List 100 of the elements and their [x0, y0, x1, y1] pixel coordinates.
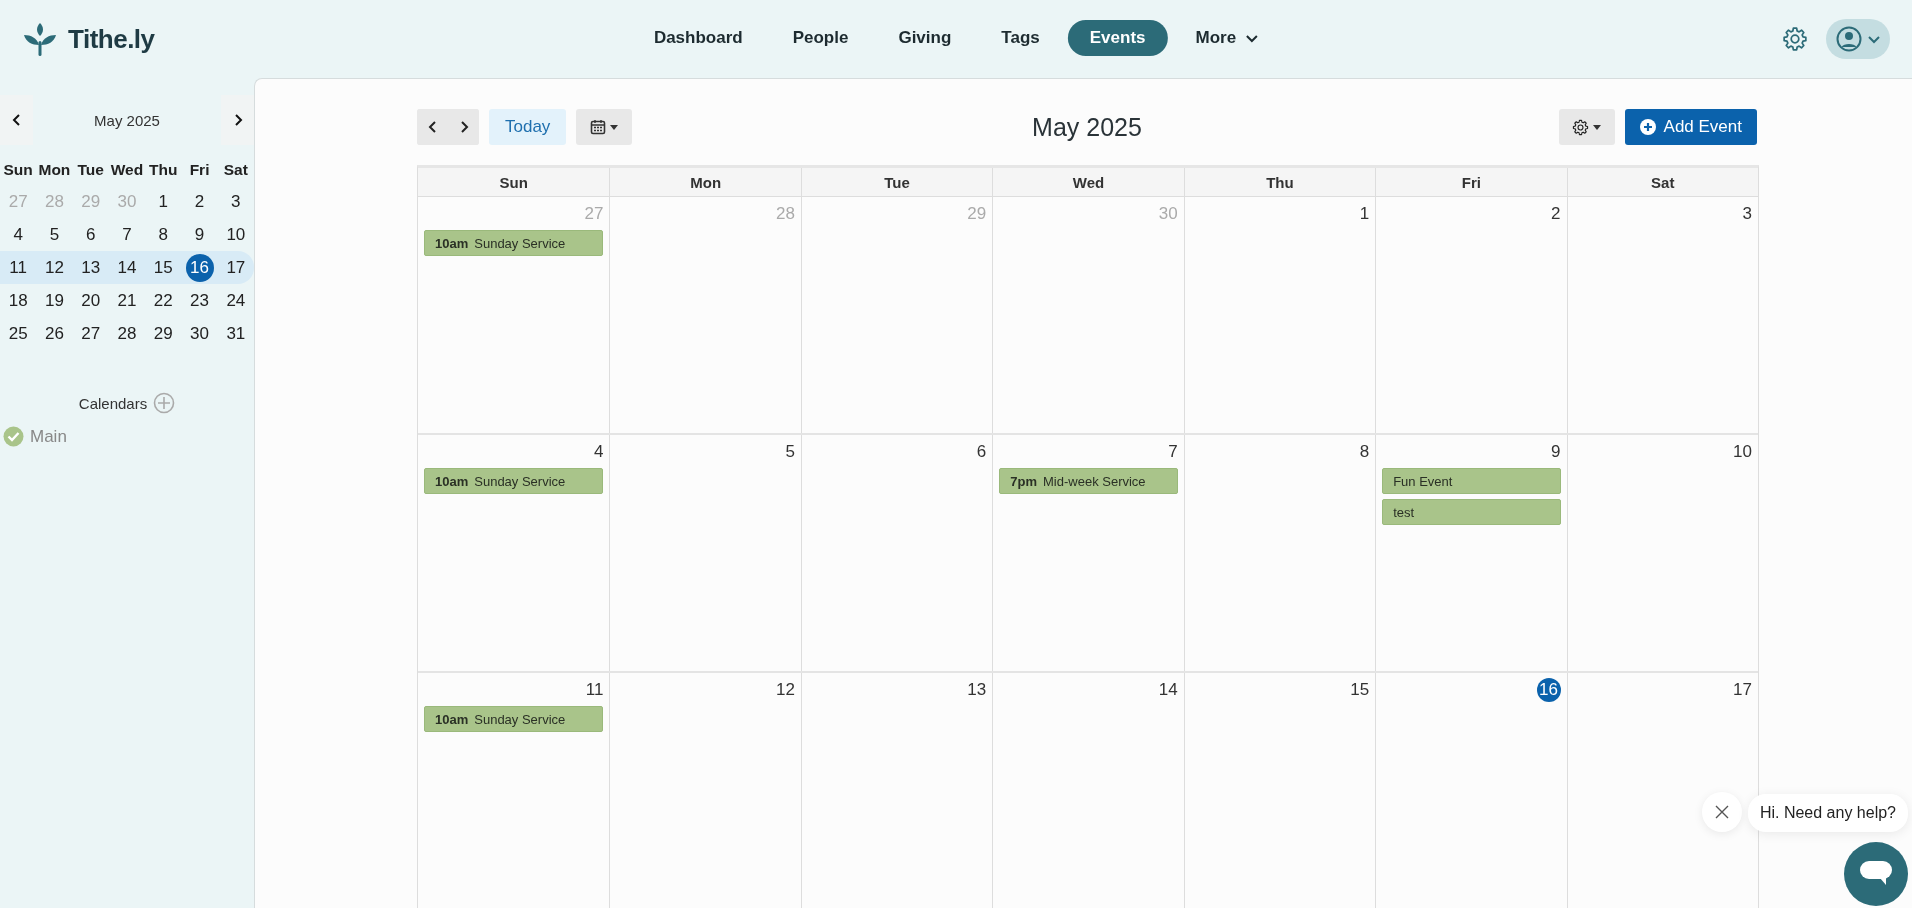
event-chip[interactable]: Fun Event — [1382, 468, 1561, 494]
event-chip[interactable]: 7pm Mid-week Service — [999, 468, 1178, 494]
chat-bubble-icon — [1860, 861, 1892, 887]
mini-calendar-day[interactable]: 24 — [221, 286, 250, 315]
day-number: 13 — [966, 679, 987, 701]
event-chip[interactable]: 10am Sunday Service — [424, 230, 604, 256]
mini-calendar-day[interactable]: 5 — [40, 220, 69, 249]
settings-button[interactable] — [1782, 26, 1808, 52]
mini-calendar-day[interactable]: 9 — [185, 220, 214, 249]
settings-menu-button[interactable] — [1558, 109, 1615, 145]
weekday-label: Mon — [37, 161, 72, 179]
mini-calendar-day[interactable]: 1 — [149, 187, 178, 216]
mini-calendar-day[interactable]: 11 — [4, 253, 33, 282]
calendar-title: May 2025 — [1032, 112, 1142, 142]
view-menu-button[interactable] — [576, 109, 633, 145]
mini-calendar-day[interactable]: 25 — [4, 319, 33, 348]
chat-message: Hi. Need any help? — [1747, 794, 1908, 832]
day-number: 6 — [975, 441, 987, 463]
weekday-label: Thu — [148, 161, 179, 179]
day-number: 4 — [592, 441, 604, 463]
event-chip[interactable]: test — [1382, 499, 1561, 525]
day-number: 15 — [1349, 679, 1370, 701]
caret-icon — [610, 124, 619, 130]
mini-calendar-day[interactable]: 26 — [40, 319, 69, 348]
plus-circle-icon — [1639, 119, 1656, 135]
weekday-label: Sun — [2, 161, 34, 179]
calendar-icon — [590, 119, 607, 135]
mini-calendar-day[interactable]: 19 — [40, 286, 69, 315]
day-number: 30 — [1157, 203, 1178, 225]
day-number: 14 — [1157, 679, 1178, 701]
mini-calendar-day[interactable]: 12 — [40, 253, 69, 282]
mini-calendar-day[interactable]: 13 — [76, 253, 105, 282]
nav-link[interactable]: People — [770, 20, 871, 56]
mini-calendar-day[interactable]: 27 — [76, 319, 105, 348]
mini-calendar-day[interactable]: 16 — [185, 253, 214, 282]
weekday-header: Sun — [498, 172, 529, 193]
mini-calendar-title: May 2025 — [93, 111, 161, 129]
day-number: 11 — [584, 679, 604, 701]
nav-link[interactable]: Dashboard — [631, 20, 765, 56]
day-number: 9 — [1550, 441, 1561, 463]
weekday-header: Sat — [1566, 168, 1758, 196]
weekday-header: Mon — [609, 168, 801, 196]
user-avatar-icon — [1836, 26, 1862, 52]
settings-icon — [1572, 118, 1590, 136]
day-number: 27 — [583, 203, 604, 225]
nav-link[interactable]: Giving — [876, 20, 974, 56]
weekday-label: Wed — [109, 161, 145, 179]
mini-calendar-day[interactable]: 23 — [185, 286, 214, 315]
weekday-header: Fri — [1375, 168, 1567, 196]
day-number: 1 — [1358, 203, 1370, 225]
day-number: 10 — [1732, 441, 1752, 463]
nav-link[interactable]: Tags — [979, 20, 1062, 56]
nav-link[interactable]: More — [1173, 20, 1281, 56]
mini-calendar-day[interactable]: 7 — [113, 220, 141, 249]
mini-calendar-day[interactable]: 17 — [221, 253, 250, 282]
mini-calendar-day[interactable]: 14 — [113, 253, 141, 282]
weekday-label: Fri — [188, 161, 211, 179]
event-chip[interactable]: 10am Sunday Service — [424, 468, 604, 494]
mini-calendar-day[interactable]: 8 — [149, 220, 178, 249]
today-button[interactable]: Today — [489, 109, 567, 145]
settings-icon — [1782, 26, 1808, 52]
account-menu-button[interactable] — [1826, 19, 1890, 59]
day-number: 5 — [784, 441, 795, 463]
close-icon — [1715, 805, 1729, 819]
mini-calendar-day[interactable]: 15 — [149, 253, 178, 282]
event-chip[interactable]: 10am Sunday Service — [424, 706, 604, 732]
mini-calendar-day[interactable]: 4 — [4, 220, 33, 249]
weekday-header: Wed — [992, 168, 1184, 196]
mini-calendar-day[interactable]: 20 — [76, 286, 105, 315]
caret-icon — [1593, 124, 1602, 130]
mini-calendar-day[interactable]: 30 — [185, 319, 214, 348]
mini-calendar-day[interactable]: 6 — [76, 220, 105, 249]
day-number: 2 — [1550, 203, 1561, 225]
day-number: 3 — [1741, 203, 1752, 225]
day-number: 29 — [966, 203, 987, 225]
mini-calendar-day[interactable]: 3 — [221, 187, 250, 216]
mini-calendar-day[interactable]: 28 — [113, 319, 141, 348]
nav-link[interactable]: Events — [1067, 20, 1168, 56]
weekday-header: Thu — [1183, 168, 1376, 196]
weekday-label: Tue — [76, 161, 105, 179]
day-number: 17 — [1732, 679, 1752, 701]
mini-calendar-day[interactable]: 31 — [221, 319, 250, 348]
day-number: 8 — [1358, 441, 1370, 463]
add-event-button[interactable]: Add Event — [1624, 109, 1757, 145]
mini-calendar-day[interactable]: 2 — [185, 187, 214, 216]
day-number: 28 — [774, 203, 795, 225]
chevron-left-icon — [426, 121, 439, 133]
mini-calendar-day[interactable]: 21 — [113, 286, 141, 315]
weekday-header: Tue — [800, 168, 993, 196]
leaf-logo-icon — [22, 21, 58, 57]
mini-calendar-day[interactable]: 10 — [221, 220, 250, 249]
weekday-label: Sat — [222, 161, 249, 179]
chevron-left-icon — [10, 114, 23, 126]
mini-calendar-day[interactable]: 29 — [149, 319, 178, 348]
mini-calendar-day[interactable]: 18 — [4, 286, 33, 315]
chevron-down-icon — [1246, 32, 1259, 44]
chevron-down-icon — [1868, 33, 1880, 45]
logo-text: Tithe.ly — [68, 23, 155, 55]
mini-calendar-day[interactable]: 22 — [149, 286, 178, 315]
check-circle-icon[interactable] — [3, 426, 24, 447]
